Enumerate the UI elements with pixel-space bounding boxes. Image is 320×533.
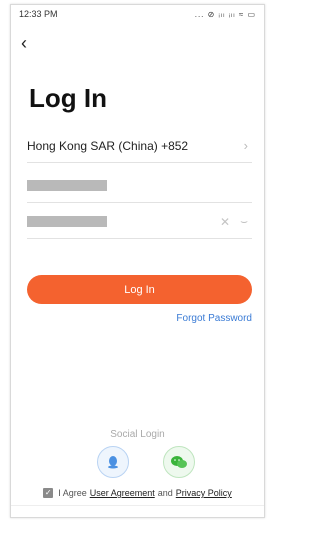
home-icon[interactable]: ▢	[127, 514, 147, 518]
chevron-right-icon: ›	[243, 138, 248, 153]
system-nav-bar: ≡ ▢ ‹	[11, 505, 264, 518]
status-bar: 12:33 PM ... ⊘ ᵢₗₗ ᵢₗₗ ≈ ▭	[11, 5, 264, 23]
back-arrow-icon[interactable]: ‹	[21, 34, 37, 52]
region-value: Hong Kong SAR (China) +852	[27, 138, 189, 153]
phone-screen: 12:33 PM ... ⊘ ᵢₗₗ ᵢₗₗ ≈ ▭ ‹ Log In Hong…	[10, 4, 265, 518]
password-field[interactable]: ✕ ⌣	[27, 205, 252, 239]
forgot-password-link[interactable]: Forgot Password	[176, 313, 252, 324]
hide-password-icon[interactable]: ⌣	[240, 214, 248, 229]
status-icons: ... ⊘ ᵢₗₗ ᵢₗₗ ≈ ▭	[194, 9, 256, 19]
region-selector[interactable]: Hong Kong SAR (China) +852 ›	[27, 129, 252, 163]
agreement-prefix: I Agree	[58, 488, 87, 498]
phone-value-redacted	[27, 180, 107, 191]
agreement-row: ✓ I Agree User Agreement and Privacy Pol…	[11, 488, 264, 498]
qq-login-button[interactable]	[97, 446, 129, 478]
login-button[interactable]: Log In	[27, 275, 252, 304]
status-time: 12:33 PM	[19, 9, 58, 19]
page-title: Log In	[29, 83, 107, 113]
social-login-label: Social Login	[110, 429, 165, 440]
phone-field[interactable]	[27, 169, 252, 203]
password-actions: ✕ ⌣	[220, 214, 252, 229]
privacy-policy-link[interactable]: Privacy Policy	[176, 488, 232, 498]
password-value-redacted	[27, 216, 107, 227]
agreement-and: and	[157, 488, 173, 498]
clear-icon[interactable]: ✕	[220, 215, 230, 229]
menu-icon[interactable]: ≡	[63, 514, 83, 518]
wechat-icon	[171, 456, 187, 468]
qq-icon	[108, 456, 118, 469]
agreement-checkbox[interactable]: ✓	[43, 488, 54, 498]
back-nav-icon[interactable]: ‹	[192, 514, 212, 518]
user-agreement-link[interactable]: User Agreement	[90, 488, 155, 498]
wechat-login-button[interactable]	[163, 446, 195, 478]
